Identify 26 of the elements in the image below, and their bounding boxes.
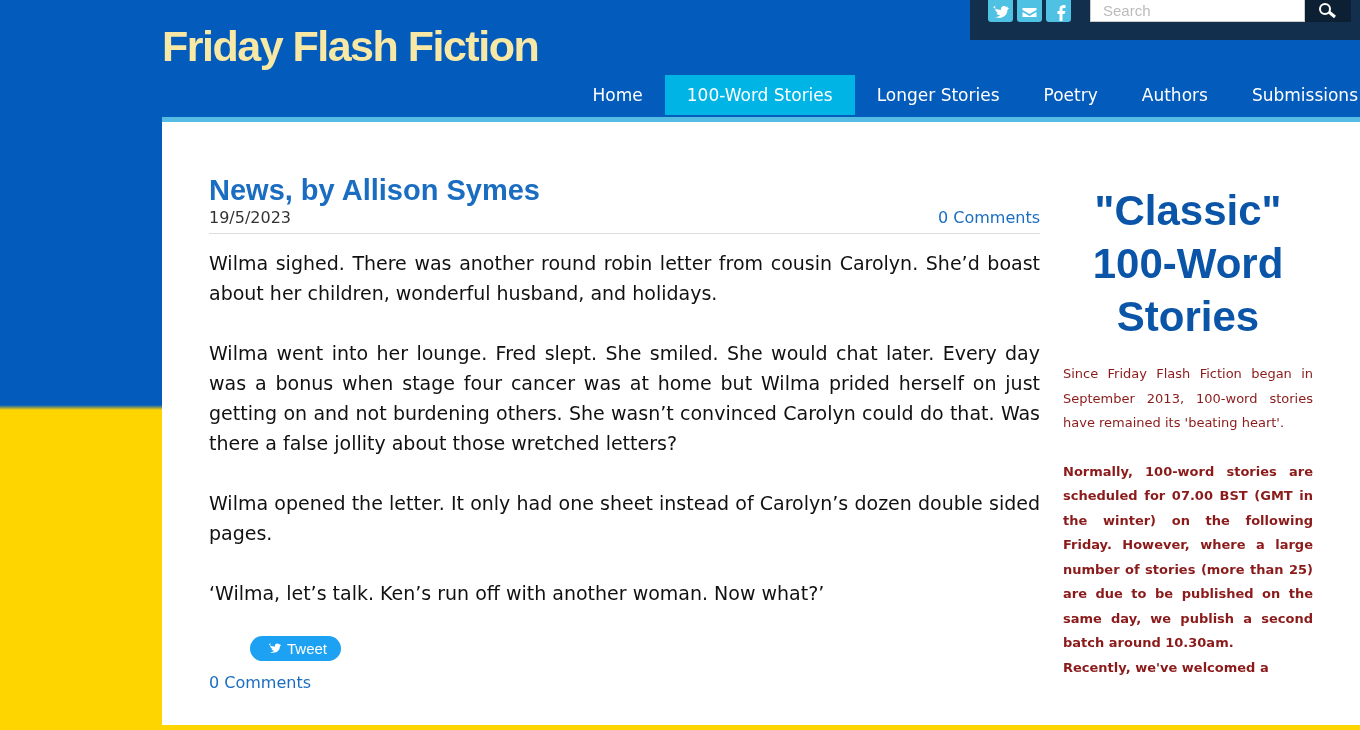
nav-link[interactable]: Authors	[1119, 75, 1230, 115]
nav-link[interactable]: Longer Stories	[854, 75, 1022, 115]
comments-link[interactable]: 0 Comments	[938, 208, 1040, 227]
search-field[interactable]: Search	[1090, 0, 1305, 22]
sidebar-heading: "Classic" 100-Word Stories	[1091, 186, 1285, 342]
story-paragraph: ‘Wilma, let’s talk. Ken’s run off with another woman. Now what?’	[209, 581, 826, 606]
nav-link[interactable]: Home	[570, 75, 665, 115]
facebook-icon[interactable]	[1046, 0, 1071, 22]
sidebar-text: Normally, 100-word stories are scheduled for 07.00 BST (GMT in the winter) on the following Friday. However, where a large number of stories (more than 25) are due to be published on the same day, we publish a second batch around 10.30am.	[1063, 462, 1313, 652]
post-date: 19/5/2023	[209, 208, 292, 227]
comments-link[interactable]: 0 Comments	[209, 673, 311, 692]
tweet-button[interactable]: Tweet	[250, 636, 342, 661]
email-icon[interactable]	[1017, 0, 1042, 22]
story-paragraph: Wilma opened the letter. It only had one sheet instead of Carolyn’s dozen double sided pages.	[209, 491, 1040, 546]
site-title[interactable]: Friday Flash Fiction	[162, 22, 539, 71]
post-title[interactable]: News, by Allison Symes	[209, 174, 1040, 207]
search-icon	[1318, 2, 1338, 20]
bird-icon	[266, 641, 283, 656]
search-button[interactable]	[1305, 0, 1351, 22]
story-paragraph: Wilma went into her lounge. Fred slept. She smiled. She would chat later. Every day was a bonus when stage four cancer was at home but Wilma prided herself on just getting on and not burdening others. She wasn’t convinced Carolyn could do that. Was there a false jollity about those wretched letters?	[209, 341, 1040, 456]
nav-link[interactable]: Poetry	[1021, 75, 1120, 115]
sidebar-text: Recently, we've welcomed a	[1063, 658, 1270, 677]
nav-link[interactable]: Submissions	[1229, 75, 1360, 115]
story-paragraph: Wilma sighed. There was another round robin letter from cousin Carolyn. She’d boast about her children, wonderful husband, and holidays.	[209, 251, 1040, 306]
sidebar-text: Since Friday Flash Fiction began in September 2013, 100-word stories have remained its 'beating heart'.	[1063, 365, 1313, 432]
twitter-icon[interactable]	[988, 0, 1013, 22]
